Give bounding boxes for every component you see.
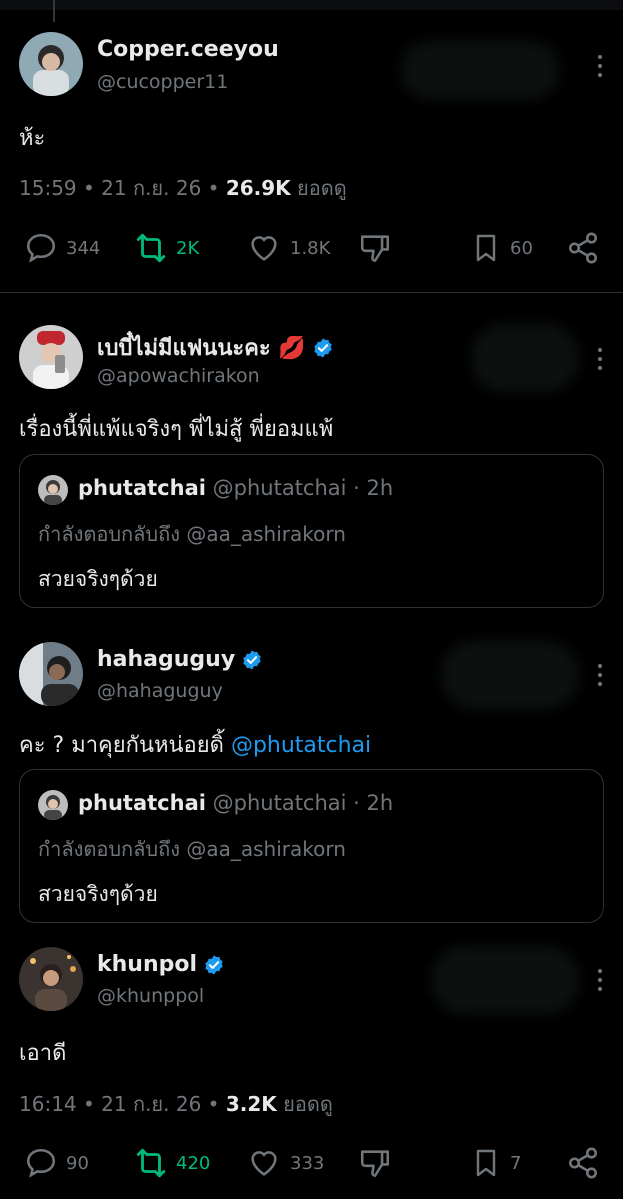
quoted-post[interactable]: phutatchai @phutatchai · 2h กำลังตอบกลับ… bbox=[19, 769, 604, 923]
avatar[interactable] bbox=[19, 325, 83, 389]
author-row: hahaguguy bbox=[97, 647, 263, 672]
views-label: ยอดดู bbox=[283, 1092, 333, 1116]
share-button[interactable] bbox=[566, 228, 600, 268]
quoted-text: สวยจริงๆด้วย bbox=[38, 567, 158, 591]
more-icon[interactable] bbox=[597, 664, 603, 686]
like-button[interactable]: 1.8K bbox=[246, 228, 330, 268]
dislike-button[interactable] bbox=[358, 228, 392, 268]
like-count: 1.8K bbox=[290, 237, 331, 259]
repost-count: 420 bbox=[176, 1152, 211, 1174]
post-copper[interactable]: Copper.ceeyou @cucopper11 ห้ะ 15:59 • 21… bbox=[0, 0, 623, 292]
blurred-background bbox=[400, 40, 560, 100]
quoted-reply-to: กำลังตอบกลับถึง @aa_ashirakorn bbox=[38, 837, 346, 861]
author-handle[interactable]: @hahaguguy bbox=[97, 680, 223, 702]
post-text: เรื่องนี้พี่แพ้แจริงๆ พี่ไม่สู้ พี่ยอมแพ… bbox=[19, 417, 334, 442]
views-count: 3.2K bbox=[225, 1092, 277, 1116]
repost-icon bbox=[136, 1148, 166, 1178]
quoted-name: phutatchai bbox=[78, 476, 206, 500]
post-hahaguguy[interactable]: hahaguguy @hahaguguy คะ ? มาคุยกันหน่อยด… bbox=[0, 610, 623, 930]
action-bar: 344 2K 1.8K 60 bbox=[0, 228, 623, 268]
mention-link[interactable]: @phutatchai bbox=[231, 733, 371, 758]
avatar[interactable] bbox=[19, 32, 83, 96]
author-row: Copper.ceeyou bbox=[97, 37, 279, 62]
author-handle[interactable]: @apowachirakon bbox=[97, 365, 260, 387]
reply-icon bbox=[26, 233, 56, 263]
quoted-handle: @phutatchai · 2h bbox=[212, 791, 394, 815]
post-text: เอาดี bbox=[19, 1041, 67, 1066]
blurred-background bbox=[470, 323, 580, 393]
quoted-text: สวยจริงๆด้วย bbox=[38, 882, 158, 906]
like-icon bbox=[251, 236, 277, 261]
dislike-icon bbox=[360, 1150, 390, 1178]
quoted-avatar bbox=[38, 790, 68, 820]
quoted-header: phutatchai @phutatchai · 2h bbox=[78, 791, 393, 815]
reply-button[interactable]: 344 bbox=[24, 228, 100, 268]
share-icon bbox=[568, 232, 598, 264]
reply-count: 344 bbox=[66, 237, 101, 259]
quoted-reply-to: กำลังตอบกลับถึง @aa_ashirakorn bbox=[38, 522, 346, 546]
more-icon[interactable] bbox=[597, 55, 603, 77]
action-bar: 90 420 333 7 bbox=[0, 1143, 623, 1183]
views-count: 26.9K bbox=[225, 176, 291, 200]
reply-icon bbox=[26, 1148, 56, 1178]
bookmark-icon bbox=[476, 234, 496, 262]
verified-icon bbox=[205, 954, 223, 975]
bookmark-icon bbox=[476, 1149, 496, 1177]
bookmark-button[interactable]: 7 bbox=[470, 1143, 521, 1183]
quoted-name: phutatchai bbox=[78, 791, 206, 815]
author-row: เบบี๋ไม่มีแฟนนะคะ 💋 bbox=[97, 330, 334, 365]
reply-count: 90 bbox=[66, 1152, 89, 1174]
blurred-background bbox=[430, 945, 580, 1015]
like-button[interactable]: 333 bbox=[246, 1143, 324, 1183]
post-text: ห้ะ bbox=[19, 126, 46, 151]
author-name[interactable]: khunpol bbox=[97, 952, 197, 977]
share-button[interactable] bbox=[566, 1143, 600, 1183]
post-text: คะ ? มาคุยกันหน่อยดิ้ @phutatchai bbox=[19, 727, 371, 762]
more-icon[interactable] bbox=[597, 969, 603, 991]
more-icon[interactable] bbox=[597, 348, 603, 370]
dislike-icon bbox=[360, 235, 390, 263]
dislike-button[interactable] bbox=[358, 1143, 392, 1183]
timestamp[interactable]: 15:59 • 21 ก.ย. 26 • bbox=[19, 176, 219, 200]
timestamp[interactable]: 16:14 • 21 ก.ย. 26 • bbox=[19, 1092, 219, 1116]
post-khunpol[interactable]: khunpol @khunppol เอาดี 16:14 • 21 ก.ย. … bbox=[0, 915, 623, 1199]
repost-button[interactable]: 420 bbox=[134, 1143, 210, 1183]
author-name[interactable]: Copper.ceeyou bbox=[97, 37, 279, 62]
repost-count: 2K bbox=[176, 237, 200, 259]
reply-button[interactable]: 90 bbox=[24, 1143, 89, 1183]
share-icon bbox=[568, 1147, 598, 1179]
bookmark-count: 60 bbox=[510, 237, 533, 259]
repost-icon bbox=[136, 233, 166, 263]
quoted-handle: @phutatchai · 2h bbox=[212, 476, 394, 500]
avatar[interactable] bbox=[19, 947, 83, 1011]
author-name[interactable]: เบบี๋ไม่มีแฟนนะคะ 💋 bbox=[97, 330, 306, 365]
verified-icon bbox=[314, 337, 332, 358]
author-name[interactable]: hahaguguy bbox=[97, 647, 235, 672]
bookmark-count: 7 bbox=[510, 1152, 522, 1174]
post-meta: 16:14 • 21 ก.ย. 26 • 3.2K ยอดดู bbox=[19, 1088, 333, 1120]
post-meta: 15:59 • 21 ก.ย. 26 • 26.9K ยอดดู bbox=[19, 172, 347, 204]
repost-button[interactable]: 2K bbox=[134, 228, 199, 268]
like-icon bbox=[251, 1151, 277, 1176]
verified-icon bbox=[243, 649, 261, 670]
like-count: 333 bbox=[290, 1152, 325, 1174]
quoted-header: phutatchai @phutatchai · 2h bbox=[78, 476, 393, 500]
bookmark-button[interactable]: 60 bbox=[470, 228, 533, 268]
blurred-background bbox=[440, 640, 580, 710]
views-label: ยอดดู bbox=[297, 176, 347, 200]
quoted-post[interactable]: phutatchai @phutatchai · 2h กำลังตอบกลับ… bbox=[19, 454, 604, 608]
post-apowachirakon[interactable]: เบบี๋ไม่มีแฟนนะคะ 💋 @apowachirakon เรื่อ… bbox=[0, 293, 623, 613]
author-handle[interactable]: @khunppol bbox=[97, 985, 204, 1007]
author-handle[interactable]: @cucopper11 bbox=[97, 71, 228, 93]
avatar[interactable] bbox=[19, 642, 83, 706]
quoted-avatar bbox=[38, 475, 68, 505]
author-row: khunpol bbox=[97, 952, 225, 977]
post-text-main: คะ ? มาคุยกันหน่อยดิ้ bbox=[19, 733, 231, 758]
